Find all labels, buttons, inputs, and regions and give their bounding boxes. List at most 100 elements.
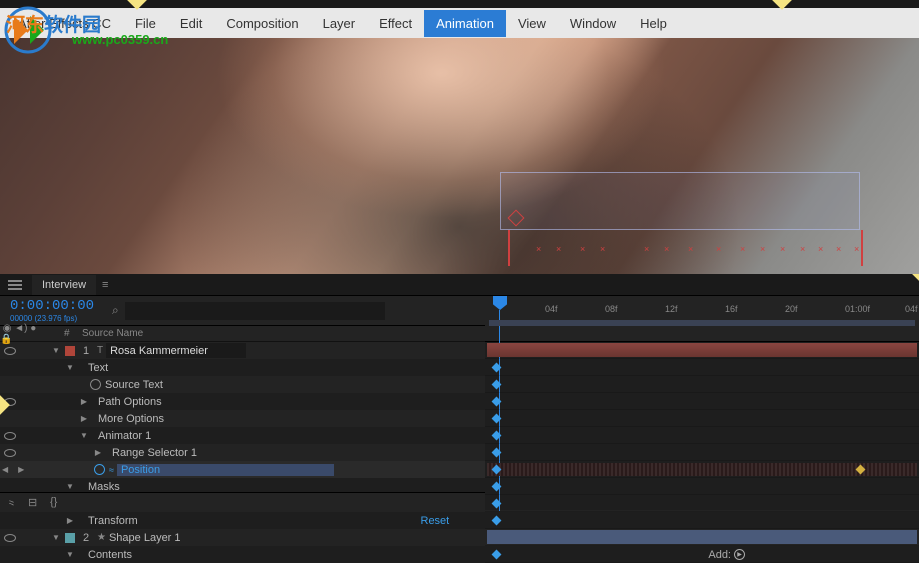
track[interactable] — [485, 495, 919, 512]
expression-bar — [487, 463, 917, 476]
keyframe-icon[interactable] — [492, 431, 502, 441]
track-position[interactable] — [485, 461, 919, 478]
char-marker-icon: × — [664, 244, 669, 254]
panel-menu-icon[interactable] — [8, 280, 22, 290]
layer-bar[interactable] — [487, 530, 917, 544]
menu-animation[interactable]: Animation — [424, 10, 506, 37]
eye-icon[interactable] — [4, 432, 16, 440]
layer-search-input[interactable] — [125, 302, 385, 320]
track[interactable] — [485, 342, 919, 359]
col-number[interactable]: # — [64, 328, 82, 339]
layer-color-chip[interactable] — [65, 533, 75, 543]
current-timecode[interactable]: 0:00:00:00 — [10, 298, 94, 314]
prev-keyframe-icon[interactable]: ◀ — [2, 465, 8, 474]
keyframe-diamond-icon[interactable] — [11, 466, 16, 471]
stopwatch-icon[interactable] — [94, 464, 105, 475]
track[interactable] — [485, 512, 919, 529]
track[interactable] — [485, 546, 919, 563]
render-queue-icon[interactable]: ⊟ — [28, 496, 42, 508]
track[interactable] — [485, 376, 919, 393]
ruler-tick: 04f — [905, 304, 918, 314]
ruler-tick: 08f — [605, 304, 618, 314]
track[interactable] — [485, 410, 919, 427]
next-keyframe-icon[interactable]: ▶ — [18, 465, 24, 474]
timeline-footer: ⺀ ⊟ {} — [0, 492, 485, 510]
char-marker-icon: × — [818, 244, 823, 254]
menu-effect[interactable]: Effect — [367, 10, 424, 37]
char-marker-icon: × — [780, 244, 785, 254]
layer-number: 2 — [78, 532, 94, 544]
track[interactable] — [485, 444, 919, 461]
track[interactable] — [485, 359, 919, 376]
shape-layer-icon: ★ — [97, 532, 106, 543]
char-marker-icon: × — [760, 244, 765, 254]
chevron-down-icon[interactable]: ▼ — [64, 550, 76, 559]
layer-color-chip[interactable] — [65, 346, 75, 356]
char-marker-icon: × — [688, 244, 693, 254]
tab-close-icon[interactable]: ≡ — [96, 279, 114, 291]
keyframe-icon[interactable] — [492, 499, 502, 509]
chevron-down-icon[interactable]: ▼ — [64, 482, 76, 491]
keyframe-icon[interactable] — [492, 448, 502, 458]
eye-icon[interactable] — [4, 347, 16, 355]
char-marker-icon: × — [740, 244, 745, 254]
menu-composition[interactable]: Composition — [214, 10, 310, 37]
tab-interview[interactable]: Interview — [32, 275, 96, 295]
chevron-down-icon[interactable]: ▼ — [78, 431, 90, 440]
keyframe-icon[interactable] — [492, 414, 502, 424]
menu-help[interactable]: Help — [628, 10, 679, 37]
eye-icon[interactable] — [4, 449, 16, 457]
track[interactable] — [485, 427, 919, 444]
keyframe-icon[interactable] — [492, 482, 502, 492]
timeline-tracks[interactable]: 04f 08f 12f 16f 20f 01:00f 04f — [485, 296, 919, 510]
menu-edit[interactable]: Edit — [168, 10, 214, 37]
keyframe-icon[interactable] — [492, 516, 502, 526]
stopwatch-icon[interactable] — [90, 379, 101, 390]
keyframe-icon[interactable] — [492, 380, 502, 390]
char-marker-icon: × — [580, 244, 585, 254]
ruler-tick: 16f — [725, 304, 738, 314]
menu-view[interactable]: View — [506, 10, 558, 37]
track[interactable] — [485, 478, 919, 495]
keyframe-icon[interactable] — [492, 397, 502, 407]
track[interactable] — [485, 393, 919, 410]
eye-icon[interactable] — [4, 534, 16, 542]
char-marker-icon: × — [716, 244, 721, 254]
composition-viewer[interactable]: × × × × × × × × × × × × × × × — [0, 38, 919, 274]
work-area-bar[interactable] — [489, 320, 915, 326]
search-icon: ⌕ — [112, 303, 119, 318]
layer-name-input[interactable] — [106, 343, 246, 358]
chevron-down-icon[interactable]: ▼ — [50, 346, 62, 355]
keyframe-icon[interactable] — [492, 363, 502, 373]
char-marker-icon: × — [644, 244, 649, 254]
property-label: Position — [117, 464, 334, 476]
text-baseline-marker — [508, 230, 510, 266]
menu-layer[interactable]: Layer — [311, 10, 368, 37]
chevron-down-icon[interactable]: ▼ — [50, 533, 62, 542]
watermark-url: www.pc0359.cn — [72, 32, 168, 47]
keyframe-icon[interactable] — [492, 550, 502, 560]
char-marker-icon: × — [536, 244, 541, 254]
playhead-icon[interactable] — [493, 296, 507, 310]
property-label: Transform — [88, 515, 421, 527]
chevron-right-icon[interactable]: ▶ — [78, 397, 90, 406]
char-marker-icon: × — [600, 244, 605, 254]
text-layer-icon: T — [97, 345, 103, 356]
menu-window[interactable]: Window — [558, 10, 628, 37]
layer-bar[interactable] — [487, 343, 917, 357]
layer-number: 1 — [78, 345, 94, 357]
track[interactable] — [485, 529, 919, 546]
time-ruler[interactable]: 04f 08f 12f 16f 20f 01:00f 04f — [485, 296, 919, 342]
expression-icon[interactable]: ≈ — [109, 465, 114, 475]
chevron-right-icon[interactable]: ▶ — [92, 448, 104, 457]
chevron-down-icon[interactable]: ▼ — [64, 363, 76, 372]
toggle-switches-icon[interactable]: ⺀ — [6, 496, 20, 508]
text-layer-bounds[interactable] — [500, 172, 860, 230]
char-marker-icon: × — [854, 244, 859, 254]
brackets-icon[interactable]: {} — [50, 496, 64, 508]
char-marker-icon: × — [556, 244, 561, 254]
chevron-right-icon[interactable]: ▶ — [78, 414, 90, 423]
chevron-right-icon[interactable]: ▶ — [64, 516, 76, 525]
panel-tab-bar: Interview ≡ — [0, 274, 919, 296]
char-marker-icon: × — [836, 244, 841, 254]
